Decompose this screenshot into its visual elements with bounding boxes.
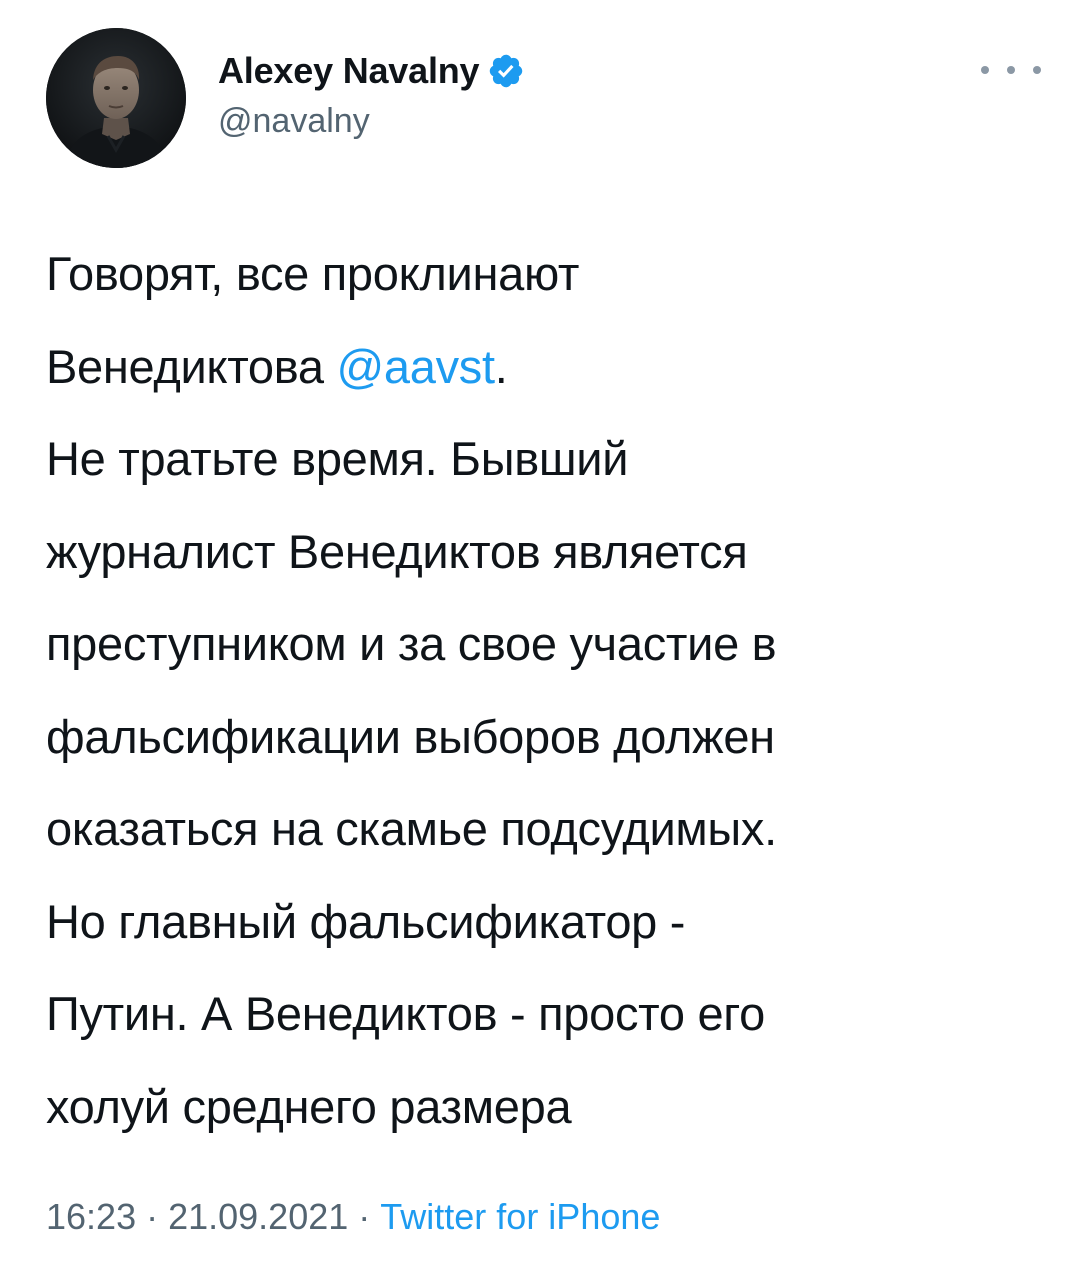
tweet-line: Не тратьте время. Бывший [46,432,629,485]
display-name-row: Alexey Navalny [218,48,525,94]
tweet-date[interactable]: 21.09.2021 [168,1196,348,1237]
author-names: Alexey Navalny @navalny [218,48,525,141]
tweet-line: преступником и за свое участие в [46,617,777,670]
mention-link[interactable]: @aavst [337,340,496,393]
tweet-text-segment: . [494,339,508,393]
display-name[interactable]: Alexey Navalny [218,50,480,92]
avatar[interactable] [46,28,186,168]
tweet-line: Но главный фальсификатор - [46,894,686,948]
tweet-line: Венедиктова @aavst. [46,321,1046,414]
tweet-text: Говорят, все проклинают Венедиктова @aav… [46,228,1046,1153]
tweet-line: фальсификации выборов должен [46,709,775,763]
tweet-line: оказаться на скамье подсудимых. [46,802,777,855]
more-options-icon[interactable] [981,58,1041,82]
tweet-line: журналист Венедиктов является [46,524,748,578]
tweet-header: Alexey Navalny @navalny [46,28,1041,168]
tweet-line: Путин. А Венедиктов - просто его [46,987,765,1040]
handle[interactable]: @navalny [218,102,525,141]
tweet-time[interactable]: 16:23 [46,1196,136,1237]
meta-separator: · [146,1196,159,1237]
tweet-card: Alexey Navalny @navalny Говорят, все про… [0,0,1081,1280]
tweet-text-segment: Венедиктова [46,339,337,393]
tweet-line: холуй среднего размера [46,1079,572,1133]
tweet-source-link[interactable]: Twitter for iPhone [380,1196,660,1237]
tweet-line: Говорят, все проклинают [46,247,580,300]
tweet-metadata: 16:23 · 21.09.2021 · Twitter for iPhone [46,1196,660,1238]
meta-separator: · [358,1196,371,1237]
verified-badge-icon [487,52,525,90]
